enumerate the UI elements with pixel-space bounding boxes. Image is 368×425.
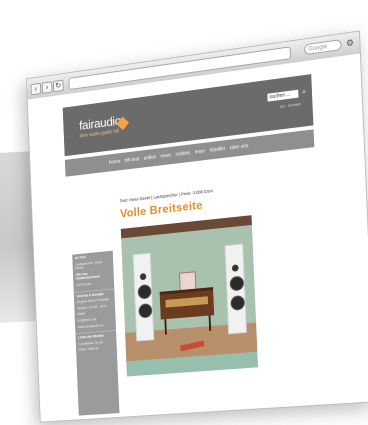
nav-item-haendler[interactable]: händler: [210, 146, 226, 154]
reload-icon[interactable]: ↻: [52, 79, 64, 93]
nav-item-leser[interactable]: leser: [195, 148, 205, 155]
website: fairaudio dein audio guide hifi suchen .…: [27, 53, 368, 422]
article-photo: [120, 215, 259, 377]
woofer-icon: [230, 295, 246, 311]
vintage-console: [159, 287, 215, 335]
left-speaker: [132, 252, 155, 342]
perspective-stage: ‹ › ↻ Google ⚙ fairaudio dein audio guid…: [0, 0, 368, 423]
tweeter-icon: [139, 273, 147, 281]
gear-icon[interactable]: ⚙: [344, 37, 355, 49]
woofer-icon: [229, 275, 245, 292]
nav-item-news[interactable]: news: [160, 153, 171, 160]
header-links[interactable]: rss · kontakt: [280, 101, 301, 109]
site-search-input[interactable]: suchen ...: [267, 89, 299, 102]
nav-item-hifi-test[interactable]: hifi-test: [125, 157, 140, 164]
browser-window: ‹ › ↻ Google ⚙ fairaudio dein audio guid…: [25, 30, 368, 423]
forward-icon[interactable]: ›: [41, 81, 53, 94]
info-sidebar: im Test Lautsprecher: Hess Direkt HiFi a…: [72, 250, 120, 416]
woofer-icon: [137, 284, 152, 300]
nav-item-home[interactable]: home: [109, 159, 120, 166]
woofer-icon: [138, 303, 153, 319]
browser-search-field[interactable]: Google: [304, 39, 342, 56]
tweeter-icon: [231, 264, 239, 272]
right-speaker: [224, 243, 248, 335]
nav-item-rookies[interactable]: rookies: [175, 150, 190, 158]
console-panel: [165, 296, 209, 308]
nav-item-ueber-uns[interactable]: über uns: [230, 143, 249, 151]
search-icon[interactable]: ⌕: [300, 88, 308, 97]
back-icon[interactable]: ‹: [30, 82, 42, 96]
nav-item-artikel[interactable]: artikel: [144, 154, 156, 161]
